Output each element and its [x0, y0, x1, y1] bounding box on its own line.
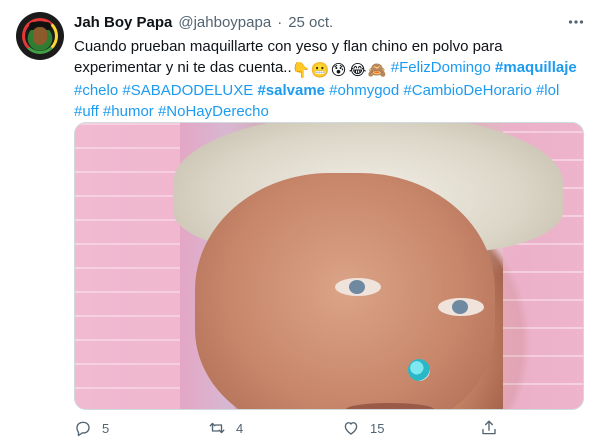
hashtag-link[interactable]: #salvame	[257, 82, 325, 99]
hashtag-link[interactable]: #chelo	[74, 82, 118, 99]
hashtag-link[interactable]: #FelizDomingo	[391, 59, 491, 76]
emoji-4: 🙈	[367, 62, 387, 79]
hashtag-link[interactable]: #lol	[536, 82, 559, 99]
retweet-icon	[209, 422, 225, 434]
tweet-card[interactable]: Jah Boy Papa @jahboypapa · 25 oct. Cuand…	[0, 0, 598, 442]
author-handle[interactable]: @jahboypapa	[178, 14, 271, 31]
tweet-text-line-2: experimentar y ni te das cuenta..👇😬😰 😂🙈 #…	[74, 57, 584, 80]
image-left-eye	[335, 278, 381, 296]
hashtag-link[interactable]: #SABADODELUXE	[122, 82, 253, 99]
tweet-text: Cuando prueban maquillarte con yeso y fl…	[74, 36, 584, 122]
emoji-3: 😂	[348, 62, 367, 79]
hashtag-link[interactable]: #ohmygod	[329, 82, 399, 99]
hashtag-line-3: #chelo #SABADODELUXE #salvame #ohmygod #…	[74, 80, 584, 101]
heart-icon	[344, 422, 358, 435]
image-mouth	[345, 403, 435, 409]
emoji-0: 👇	[291, 62, 311, 79]
hashtag-link[interactable]: #CambioDeHorario	[403, 82, 531, 99]
tweet-text-line-2-prefix: experimentar y ni te das cuenta..	[74, 59, 292, 76]
more-horizontal-icon[interactable]	[566, 12, 586, 32]
like-button[interactable]: 15	[342, 418, 384, 438]
avatar[interactable]	[16, 12, 64, 60]
hashtag-link[interactable]: #uff	[74, 103, 99, 120]
reply-count: 5	[102, 420, 110, 436]
author-name[interactable]: Jah Boy Papa	[74, 14, 172, 31]
tweet-header: Jah Boy Papa @jahboypapa · 25 oct.	[74, 12, 333, 32]
hashtag-line-4: #uff #humor #NoHayDerecho	[74, 101, 584, 122]
tweet-image[interactable]	[74, 122, 584, 410]
hashtag-link[interactable]: #NoHayDerecho	[158, 103, 269, 120]
retweet-count: 4	[236, 420, 244, 436]
avatar-face	[33, 27, 47, 45]
share-button[interactable]	[480, 418, 498, 438]
image-face	[195, 173, 495, 409]
hashtag-link[interactable]: #humor	[103, 103, 154, 120]
tweet-date[interactable]: 25 oct.	[288, 14, 333, 31]
emoji-2: 😰	[330, 62, 347, 79]
reply-button[interactable]: 5	[74, 418, 109, 438]
image-earring	[408, 359, 430, 381]
emoji-1: 😬	[310, 62, 330, 79]
tweet-actions: 5 4 15	[74, 418, 584, 442]
image-background-left	[75, 123, 180, 409]
hashtag-link[interactable]: #maquillaje	[495, 59, 577, 76]
reply-icon	[76, 421, 90, 437]
share-icon	[482, 420, 496, 435]
image-right-eye	[438, 298, 484, 316]
tweet-text-line-1: Cuando prueban maquillarte con yeso y fl…	[74, 38, 503, 55]
retweet-button[interactable]: 4	[208, 418, 243, 438]
header-separator: ·	[277, 13, 283, 31]
like-count: 15	[370, 420, 385, 436]
